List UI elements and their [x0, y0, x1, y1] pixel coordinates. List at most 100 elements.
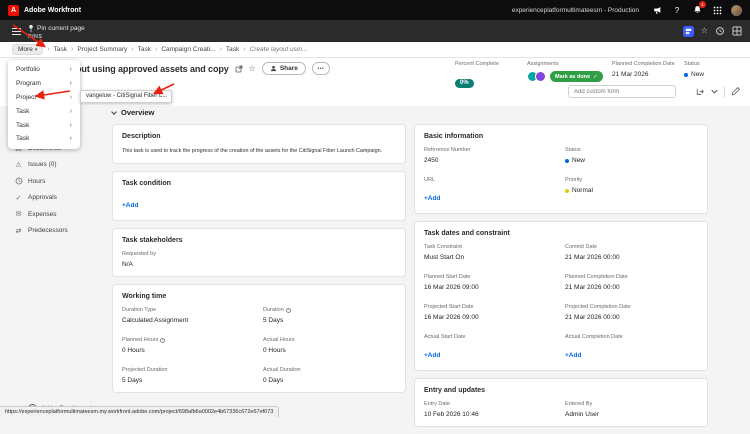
breadcrumb-separator: › [131, 46, 133, 53]
field-label: Actual Completion Date [565, 334, 698, 340]
assignments-label: Assignments [527, 61, 603, 67]
add-actual-start-link[interactable]: +Add [424, 352, 440, 359]
breadcrumb-item[interactable]: Task [138, 46, 151, 53]
link-preview-statusbar: https://experienceplatformultimateesm.my… [0, 406, 279, 417]
status-dot [684, 73, 688, 77]
field: Task Constraint Must Start On [424, 244, 557, 261]
menu-item-portfolio[interactable]: Portfolio › [8, 63, 80, 77]
sidebar-item-predecessors[interactable]: ⇄ Predecessors [0, 223, 104, 240]
card-title: Task condition [122, 180, 396, 187]
hours-clock-icon [14, 177, 23, 185]
menu-item-label: Task [16, 135, 29, 142]
chevron-right-icon: › [70, 135, 72, 142]
brand-title: Adobe Workfront [24, 7, 81, 14]
overview-collapse-header[interactable]: Overview [112, 108, 708, 117]
overview-section: Overview Description This task is used t… [112, 108, 708, 434]
breadcrumb-separator: › [71, 46, 73, 53]
sidebar-item-label: Expenses [28, 211, 57, 218]
more-options-button[interactable]: ••• [312, 62, 330, 75]
notifications-bell-icon[interactable]: 1 [691, 4, 703, 16]
breadcrumb-separator: › [220, 46, 222, 53]
breadcrumb-item[interactable]: Task [54, 46, 67, 53]
field-value: 2450 [424, 157, 557, 164]
sidebar-item-label: Predecessors [28, 227, 68, 234]
sidebar-item-approvals[interactable]: ✓ Approvals [0, 190, 104, 207]
hamburger-menu-icon[interactable] [12, 28, 21, 37]
field-value: Calculated Assignment [122, 317, 255, 324]
chevron-right-icon: › [70, 66, 72, 73]
info-icon[interactable]: i [286, 308, 291, 313]
breadcrumb: More ▾ › Task › Project Summary › Task ›… [0, 42, 750, 58]
menu-item-label: Task [16, 108, 29, 115]
field: URL +Add [424, 177, 557, 205]
add-actual-completion-link[interactable]: +Add [565, 352, 581, 359]
menu-item-task[interactable]: Task › [8, 132, 80, 146]
add-url-link[interactable]: +Add [424, 195, 440, 202]
app-switcher-icon[interactable] [711, 4, 723, 16]
field: Projected Completion Date 21 Mar 2026 00… [565, 304, 698, 321]
sidebar-item-issues[interactable]: ⚠ Issues (0) [0, 157, 104, 174]
breadcrumb-more-label: More [18, 46, 33, 53]
add-custom-form-input[interactable] [568, 85, 676, 98]
priority-dot [565, 189, 569, 193]
menu-item-task[interactable]: Task › [8, 118, 80, 132]
field-value: 5 Days [122, 377, 255, 384]
layout-grid-icon[interactable] [732, 26, 742, 36]
share-button[interactable]: Share [262, 62, 306, 75]
field: Projected Start Date 16 Mar 2026 09:00 [424, 304, 557, 321]
chevron-right-icon: › [70, 80, 72, 87]
blue-page-icon[interactable] [683, 26, 694, 37]
breadcrumb-item[interactable]: Task [226, 46, 239, 53]
project-flyout-item[interactable]: vangeluw - CitiSignal Fiber L... [80, 90, 172, 103]
field-label: URL [424, 177, 557, 183]
sidebar-item-label: Issues (0) [28, 161, 57, 168]
field-label: Commit Date [565, 244, 698, 250]
approvals-icon: ✓ [14, 194, 23, 202]
top-bar: A Adobe Workfront experienceplatformulti… [0, 0, 750, 20]
open-link-icon[interactable] [235, 65, 243, 73]
card-title: Description [122, 133, 396, 140]
user-avatar[interactable] [731, 5, 742, 16]
export-icon[interactable] [695, 87, 705, 96]
field: Planned Start Date 16 Mar 2026 09:00 [424, 274, 557, 291]
planned-completion-label: Planned Completion Date [612, 61, 675, 67]
entry-updates-card: Entry and updates Entry Date 10 Feb 2026… [414, 378, 708, 427]
pin-current-page-button[interactable]: Pin current page [28, 23, 85, 33]
field-value: 0 Days [263, 377, 396, 384]
mark-as-done-button[interactable]: Mark as done ✓ [550, 71, 603, 82]
share-label: Share [280, 65, 298, 72]
notification-badge: 1 [699, 1, 706, 8]
history-icon[interactable] [715, 26, 725, 36]
megaphone-icon[interactable] [651, 4, 663, 16]
sidebar-item-expenses[interactable]: ✉ Expenses [0, 206, 104, 223]
edit-pencil-icon[interactable] [731, 87, 740, 96]
status-value: New [691, 71, 704, 78]
assignee-avatar[interactable] [535, 71, 546, 82]
field-label: Planned Hours [122, 337, 158, 343]
card-title: Task stakeholders [122, 237, 396, 244]
percent-complete-block: Percent Complete 0% [455, 61, 499, 89]
task-dates-card: Task dates and constraint Task Constrain… [414, 221, 708, 371]
field-value: N/A [122, 261, 396, 268]
menu-item-project[interactable]: Project › [8, 91, 80, 105]
menu-item-label: Project [16, 94, 36, 101]
breadcrumb-more-button[interactable]: More ▾ [12, 44, 43, 55]
percent-complete-value: 0% [455, 79, 474, 88]
field-label: Planned Completion Date [565, 274, 698, 280]
menu-item-task[interactable]: Task › [8, 104, 80, 118]
add-condition-link[interactable]: +Add [122, 202, 138, 209]
star-icon[interactable]: ☆ [701, 27, 708, 35]
menu-item-program[interactable]: Program › [8, 77, 80, 91]
card-title: Entry and updates [424, 387, 698, 394]
planned-completion-block: Planned Completion Date 21 Mar 2026 [612, 61, 675, 78]
chevron-down-icon[interactable] [711, 89, 718, 94]
help-icon[interactable]: ? [671, 4, 683, 16]
sidebar-item-hours[interactable]: Hours [0, 173, 104, 190]
breadcrumb-more-menu: Portfolio › Program › Project › Task › T… [8, 60, 80, 149]
breadcrumb-item[interactable]: Project Summary [77, 46, 127, 53]
status-dot [565, 159, 569, 163]
breadcrumb-item[interactable]: Campaign Creati... [161, 46, 215, 53]
info-icon[interactable]: i [160, 338, 165, 343]
favorite-star-icon[interactable]: ☆ [249, 64, 256, 73]
adobe-workfront-logo: A [8, 5, 19, 16]
